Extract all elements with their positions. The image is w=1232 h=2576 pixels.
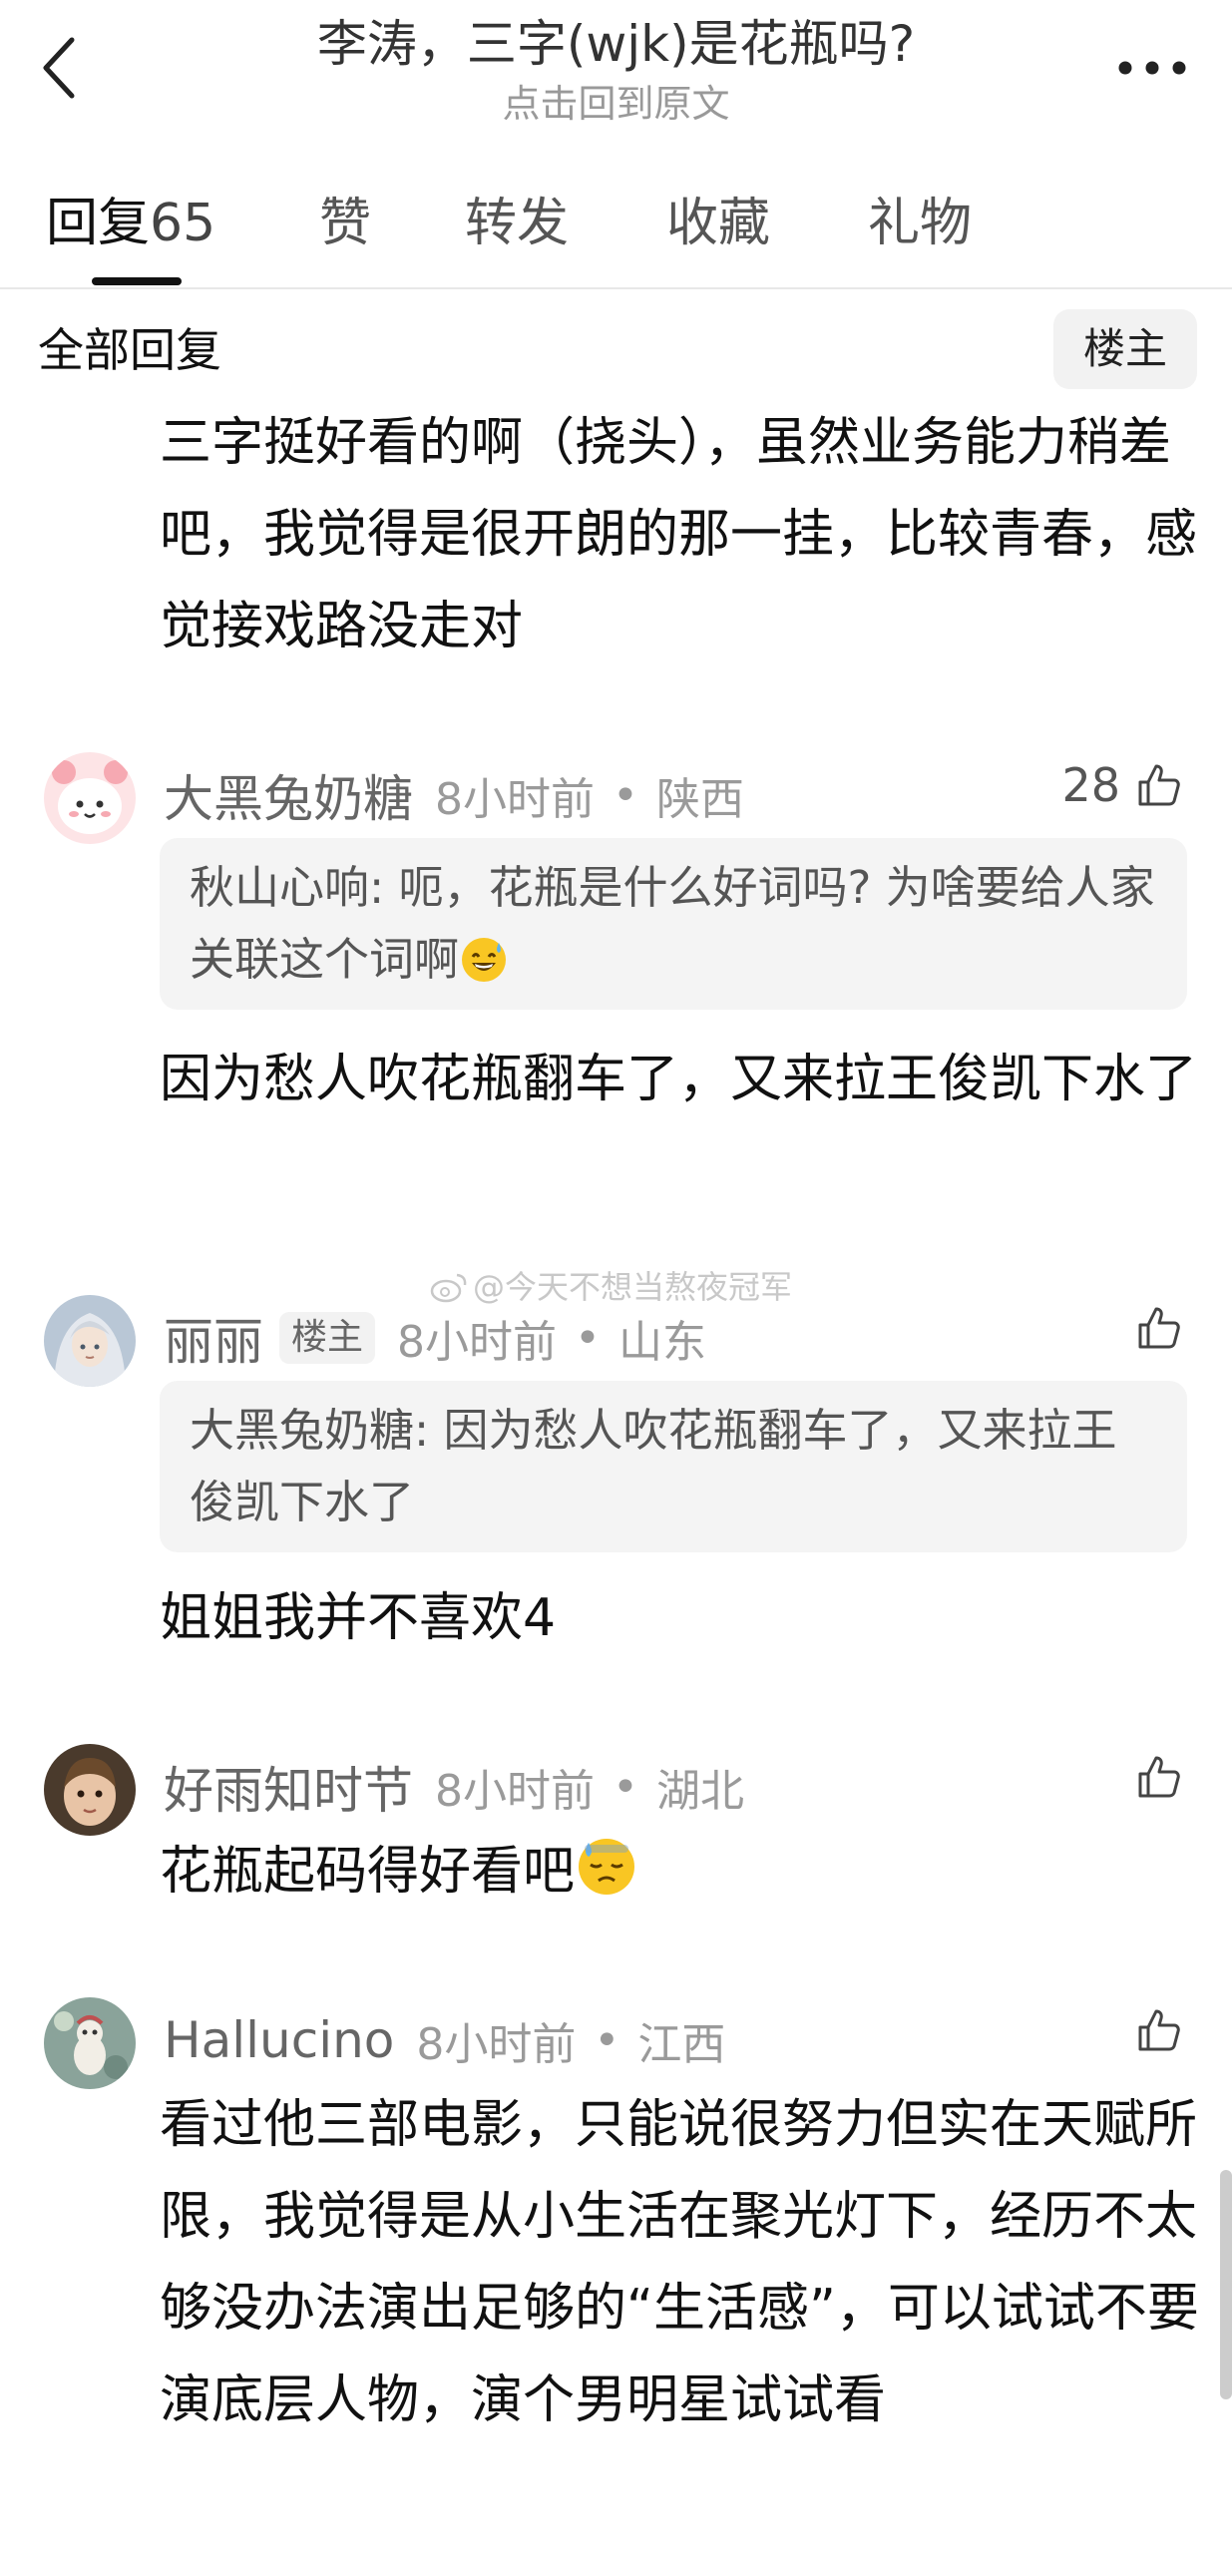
cute-face-avatar-icon — [44, 752, 136, 844]
thumbs-up-icon — [1138, 1307, 1180, 1349]
dot-separator: • — [613, 1761, 638, 1813]
timestamp: 8小时前 — [416, 2019, 577, 2070]
dot-separator: • — [594, 2014, 620, 2066]
tab-likes[interactable]: 赞 — [319, 184, 371, 263]
op-badge: 楼主 — [279, 1312, 376, 1364]
location: 山东 — [617, 1317, 706, 1368]
tab-favorites[interactable]: 收藏 — [666, 184, 770, 263]
quoted-reply[interactable]: 大黑兔奶糖: 因为愁人吹花瓶翻车了，又来拉王俊凯下水了 — [160, 1381, 1187, 1552]
back-button[interactable] — [32, 28, 88, 108]
comment-meta: 好雨知时节 8小时前 • 湖北 — [164, 1752, 744, 1822]
avatar[interactable] — [44, 1997, 136, 2089]
chevron-left-icon — [43, 37, 75, 99]
comment-text-body: 花瓶起码得好看吧 — [160, 1842, 576, 1902]
username[interactable]: 丽丽 — [164, 1302, 263, 1374]
timestamp: 8小时前 — [397, 1317, 558, 1368]
tab-favorites-label: 收藏 — [666, 194, 771, 253]
all-replies-label: 全部回复 — [38, 323, 221, 377]
active-tab-indicator — [92, 277, 182, 285]
comment-meta: 大黑兔奶糖 8小时前 • 陕西 — [164, 760, 744, 830]
more-button[interactable] — [1112, 40, 1192, 96]
tab-gifts[interactable]: 礼物 — [868, 184, 972, 263]
comment-text: 花瓶起码得好看吧 — [160, 1826, 1207, 1918]
username[interactable]: Hallucino — [164, 2011, 394, 2069]
avatar[interactable] — [44, 752, 136, 844]
comment-text: 因为愁人吹花瓶翻车了，又来拉王俊凯下水了 — [160, 1050, 1198, 1109]
like-button[interactable] — [1136, 1293, 1182, 1363]
child-photo-avatar-icon — [44, 1744, 136, 1836]
quoted-reply-text: 大黑兔奶糖: 因为愁人吹花瓶翻车了，又来拉王俊凯下水了 — [190, 1404, 1117, 1528]
anime-portrait-avatar-icon — [44, 1295, 136, 1387]
top-bar: 李涛，三字(wjk)是花瓶吗? 点击回到原文 — [0, 0, 1232, 150]
quoted-reply[interactable]: 秋山心响: 呃，花瓶是什么好词吗? 为啥要给人家关联这个词啊 — [160, 838, 1187, 1010]
comment-text: 姐姐我并不喜欢4 — [160, 1588, 557, 1648]
tab-gifts-label: 礼物 — [868, 194, 973, 253]
like-button[interactable]: 28 — [1061, 750, 1182, 820]
op-only-filter-button[interactable]: 楼主 — [1053, 309, 1197, 389]
username[interactable]: 大黑兔奶糖 — [164, 759, 413, 831]
tab-replies-label: 回复 — [46, 194, 151, 253]
tab-likes-label: 赞 — [319, 194, 372, 253]
like-button[interactable] — [1136, 1742, 1182, 1812]
timestamp: 8小时前 — [435, 774, 595, 825]
comment-text: 看过他三部电影，只能说很努力但实在天赋所限，我觉得是从小生活在聚光灯下，经历不太… — [160, 2095, 1199, 2430]
quoted-reply-text: 秋山心响: 呃，花瓶是什么好词吗? 为啥要给人家关联这个词啊 — [190, 861, 1155, 986]
like-button[interactable] — [1136, 1995, 1182, 2065]
comment-meta: 丽丽 楼主 8小时前 • 山东 — [164, 1303, 706, 1373]
tab-reposts-label: 转发 — [465, 194, 570, 253]
timestamp: 8小时前 — [435, 1766, 595, 1817]
avatar[interactable] — [44, 1744, 136, 1836]
location: 湖北 — [655, 1766, 744, 1817]
avatar[interactable] — [44, 1295, 136, 1387]
back-to-post-hint: 点击回到原文 — [502, 82, 730, 126]
like-count: 28 — [1061, 758, 1120, 812]
weibo-logo-icon — [430, 1273, 467, 1303]
thumbs-up-icon — [1138, 1756, 1180, 1798]
post-title: 李涛，三字(wjk)是花瓶吗? — [316, 15, 916, 73]
location: 陕西 — [655, 774, 744, 825]
tab-replies-count: 65 — [150, 194, 216, 253]
downcast-sweat-emoji-icon — [579, 1839, 635, 1895]
dot-separator: • — [613, 769, 638, 821]
username[interactable]: 好雨知时节 — [164, 1751, 413, 1823]
tab-bar: 回复65 赞 转发 收藏 礼物 — [0, 170, 1232, 289]
title-area[interactable]: 李涛，三字(wjk)是花瓶吗? 点击回到原文 — [150, 8, 1082, 128]
more-horizontal-icon — [1118, 61, 1186, 75]
watermark-text: @今天不想当熬夜冠军 — [473, 1268, 793, 1306]
tab-replies[interactable]: 回复65 — [46, 184, 215, 263]
comment-text-top: 三字挺好看的啊（挠头），虽然业务能力稍差吧，我觉得是很开朗的那一挂，比较青春，感… — [160, 413, 1198, 656]
grinning-sweat-emoji-icon — [462, 938, 507, 982]
scrollbar[interactable] — [1220, 2170, 1232, 2399]
location: 江西 — [637, 2019, 726, 2070]
tab-reposts[interactable]: 转发 — [465, 184, 569, 263]
comment-meta: Hallucino 8小时前 • 江西 — [164, 2005, 725, 2075]
thumbs-up-icon — [1138, 764, 1180, 806]
dot-separator: • — [575, 1312, 601, 1364]
thumbs-up-icon — [1138, 2009, 1180, 2051]
figurine-avatar-icon — [44, 1997, 136, 2089]
watermark: @今天不想当熬夜冠军 — [429, 1265, 792, 1309]
